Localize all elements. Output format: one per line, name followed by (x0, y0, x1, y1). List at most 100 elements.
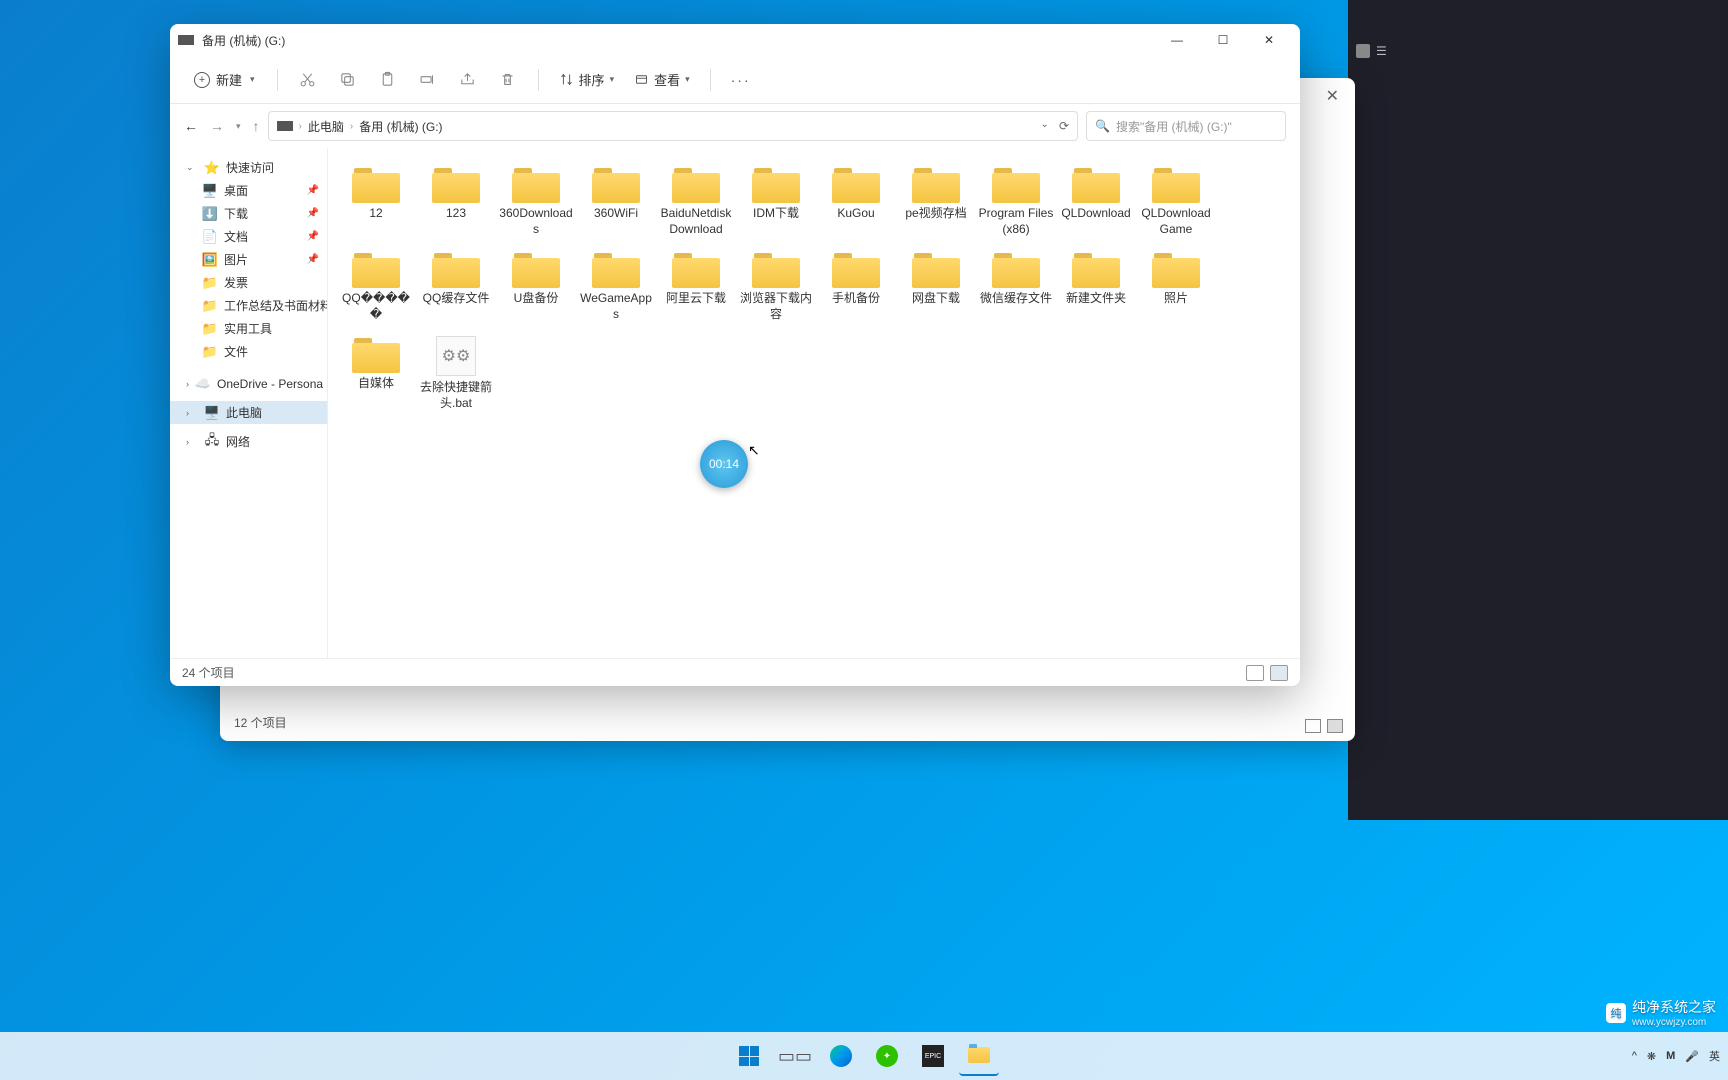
explorer-button[interactable] (959, 1036, 999, 1076)
sort-button[interactable]: 排序 ▾ (551, 66, 623, 93)
rename-button[interactable] (410, 63, 446, 97)
new-button[interactable]: + 新建 ▾ (184, 66, 265, 93)
nav-forward-button[interactable]: → (210, 118, 224, 134)
view-toggle[interactable] (1246, 665, 1288, 681)
start-button[interactable] (729, 1036, 769, 1076)
sidebar-item[interactable]: 📁文件 (170, 340, 327, 363)
folder-icon (512, 166, 560, 202)
refresh-button[interactable]: ⟳ (1059, 119, 1069, 133)
ime-button[interactable]: 英 (1709, 1048, 1720, 1064)
maximize-button[interactable]: ☐ (1200, 25, 1246, 55)
chevron-right-icon: › (186, 408, 198, 418)
sidebar-item[interactable]: 📁工作总结及书面材料 (170, 294, 327, 317)
tray-app-icon[interactable]: M (1666, 1050, 1675, 1062)
folder-item[interactable]: 360WiFi (576, 160, 656, 243)
this-pc-label: 此电脑 (226, 404, 262, 421)
folder-icon (672, 251, 720, 287)
folder-icon (1072, 166, 1120, 202)
folder-item[interactable]: KuGou (816, 160, 896, 243)
paste-button[interactable] (370, 63, 406, 97)
breadcrumb-dropdown-icon[interactable]: ⌄ (1041, 119, 1049, 133)
pc-icon: 🖥️ (204, 405, 220, 421)
breadcrumb-root[interactable]: 此电脑 (308, 118, 344, 135)
nav-up-button[interactable]: ↑ (253, 118, 260, 134)
sidebar-item[interactable]: 🖼️图片📌 (170, 248, 327, 271)
sidebar-item[interactable]: 📄文档📌 (170, 225, 327, 248)
more-button[interactable]: ··· (723, 68, 759, 92)
folder-item[interactable]: pe视频存档 (896, 160, 976, 243)
timer-overlay: 00:14 (700, 440, 748, 488)
view-toggle[interactable] (1305, 719, 1343, 733)
epic-button[interactable]: EPIC (913, 1036, 953, 1076)
folder-icon: 📄 (202, 229, 218, 245)
folder-item[interactable]: 阿里云下载 (656, 245, 736, 328)
sidebar-item[interactable]: 📁发票 (170, 271, 327, 294)
folder-item[interactable]: 新建文件夹 (1056, 245, 1136, 328)
icons-view-icon[interactable] (1270, 665, 1288, 681)
share-button[interactable] (450, 63, 486, 97)
folder-item[interactable]: 123 (416, 160, 496, 243)
folder-item[interactable]: 照片 (1136, 245, 1216, 328)
folder-item[interactable]: 自媒体 (336, 330, 416, 417)
folder-item[interactable]: 手机备份 (816, 245, 896, 328)
nav-back-button[interactable]: ← (184, 118, 198, 134)
edge-button[interactable] (821, 1036, 861, 1076)
folder-item[interactable]: Program Files (x86) (976, 160, 1056, 243)
toolbar: + 新建 ▾ 排序 ▾ 查看 ▾ ··· (170, 56, 1300, 104)
status-text: 24 个项目 (182, 664, 235, 681)
tray-mic-icon[interactable]: 🎤 (1685, 1050, 1699, 1063)
cut-button[interactable] (290, 63, 326, 97)
titlebar: 备用 (机械) (G:) — ☐ ✕ (170, 24, 1300, 56)
tray-app-icon[interactable]: ❋ (1647, 1050, 1656, 1063)
folder-item[interactable]: QLDownload (1056, 160, 1136, 243)
folder-item[interactable]: 微信缓存文件 (976, 245, 1056, 328)
breadcrumb-folder[interactable]: 备用 (机械) (G:) (359, 118, 442, 135)
content-area[interactable]: 12 123 360Downloads360WiFiBaiduNetdiskDown… (328, 148, 1300, 658)
breadcrumb[interactable]: › 此电脑 › 备用 (机械) (G:) ⌄ ⟳ (268, 111, 1078, 141)
file-item[interactable]: ⚙⚙去除快捷键箭头.bat (416, 330, 496, 417)
folder-item[interactable]: QLDownloadGame (1136, 160, 1216, 243)
view-button[interactable]: 查看 ▾ (626, 66, 698, 93)
folder-item[interactable]: QQ缓存文件 (416, 245, 496, 328)
wechat-button[interactable]: ✦ (867, 1036, 907, 1076)
search-icon: 🔍 (1095, 119, 1110, 133)
folder-item[interactable]: 12 (336, 160, 416, 243)
item-label: 去除快捷键箭头.bat (418, 380, 494, 411)
close-button[interactable]: ✕ (1246, 25, 1292, 55)
folder-item[interactable]: WeGameApps (576, 245, 656, 328)
folder-item[interactable]: QQ����� (336, 245, 416, 328)
nav-recent-button[interactable]: ▾ (236, 121, 241, 132)
item-label: 123 (446, 206, 466, 222)
folder-item[interactable]: BaiduNetdiskDownload (656, 160, 736, 243)
sidebar-item[interactable]: ⬇️下载📌 (170, 202, 327, 225)
pin-icon: 📌 (307, 231, 319, 242)
view-label: 查看 (654, 70, 680, 89)
folder-icon (592, 251, 640, 287)
sidebar-this-pc[interactable]: › 🖥️ 此电脑 (170, 401, 327, 424)
sidebar-onedrive[interactable]: › ☁️ OneDrive - Persona (170, 373, 327, 395)
tray-chevron-icon[interactable]: ^ (1632, 1050, 1637, 1062)
folder-item[interactable]: 360Downloads (496, 160, 576, 243)
item-label: BaiduNetdiskDownload (658, 206, 734, 237)
taskview-button[interactable]: ▭▭ (775, 1036, 815, 1076)
item-label: pe视频存档 (905, 206, 966, 222)
folder-item[interactable]: 网盘下载 (896, 245, 976, 328)
details-view-icon[interactable] (1246, 665, 1264, 681)
delete-button[interactable] (490, 63, 526, 97)
copy-button[interactable] (330, 63, 366, 97)
item-label: 新建文件夹 (1066, 291, 1126, 307)
search-input[interactable]: 🔍 搜索"备用 (机械) (G:)" (1086, 111, 1286, 141)
chevron-down-icon: ▾ (250, 74, 255, 85)
folder-item[interactable]: 浏览器下载内容 (736, 245, 816, 328)
minimize-button[interactable]: — (1154, 25, 1200, 55)
close-icon[interactable]: ✕ (1326, 86, 1339, 106)
sidebar-network[interactable]: › 🖧 网络 (170, 430, 327, 453)
sidebar-item[interactable]: 🖥️桌面📌 (170, 179, 327, 202)
taskbar: ▭▭ ✦ EPIC ^ ❋ M 🎤 英 (0, 1032, 1728, 1080)
sidebar-item[interactable]: 📁实用工具 (170, 317, 327, 340)
sidebar-quick-access[interactable]: ⌄ ⭐ 快速访问 (170, 156, 327, 179)
drive-icon (178, 35, 194, 45)
folder-item[interactable]: U盘备份 (496, 245, 576, 328)
folder-icon (432, 251, 480, 287)
folder-item[interactable]: IDM下载 (736, 160, 816, 243)
